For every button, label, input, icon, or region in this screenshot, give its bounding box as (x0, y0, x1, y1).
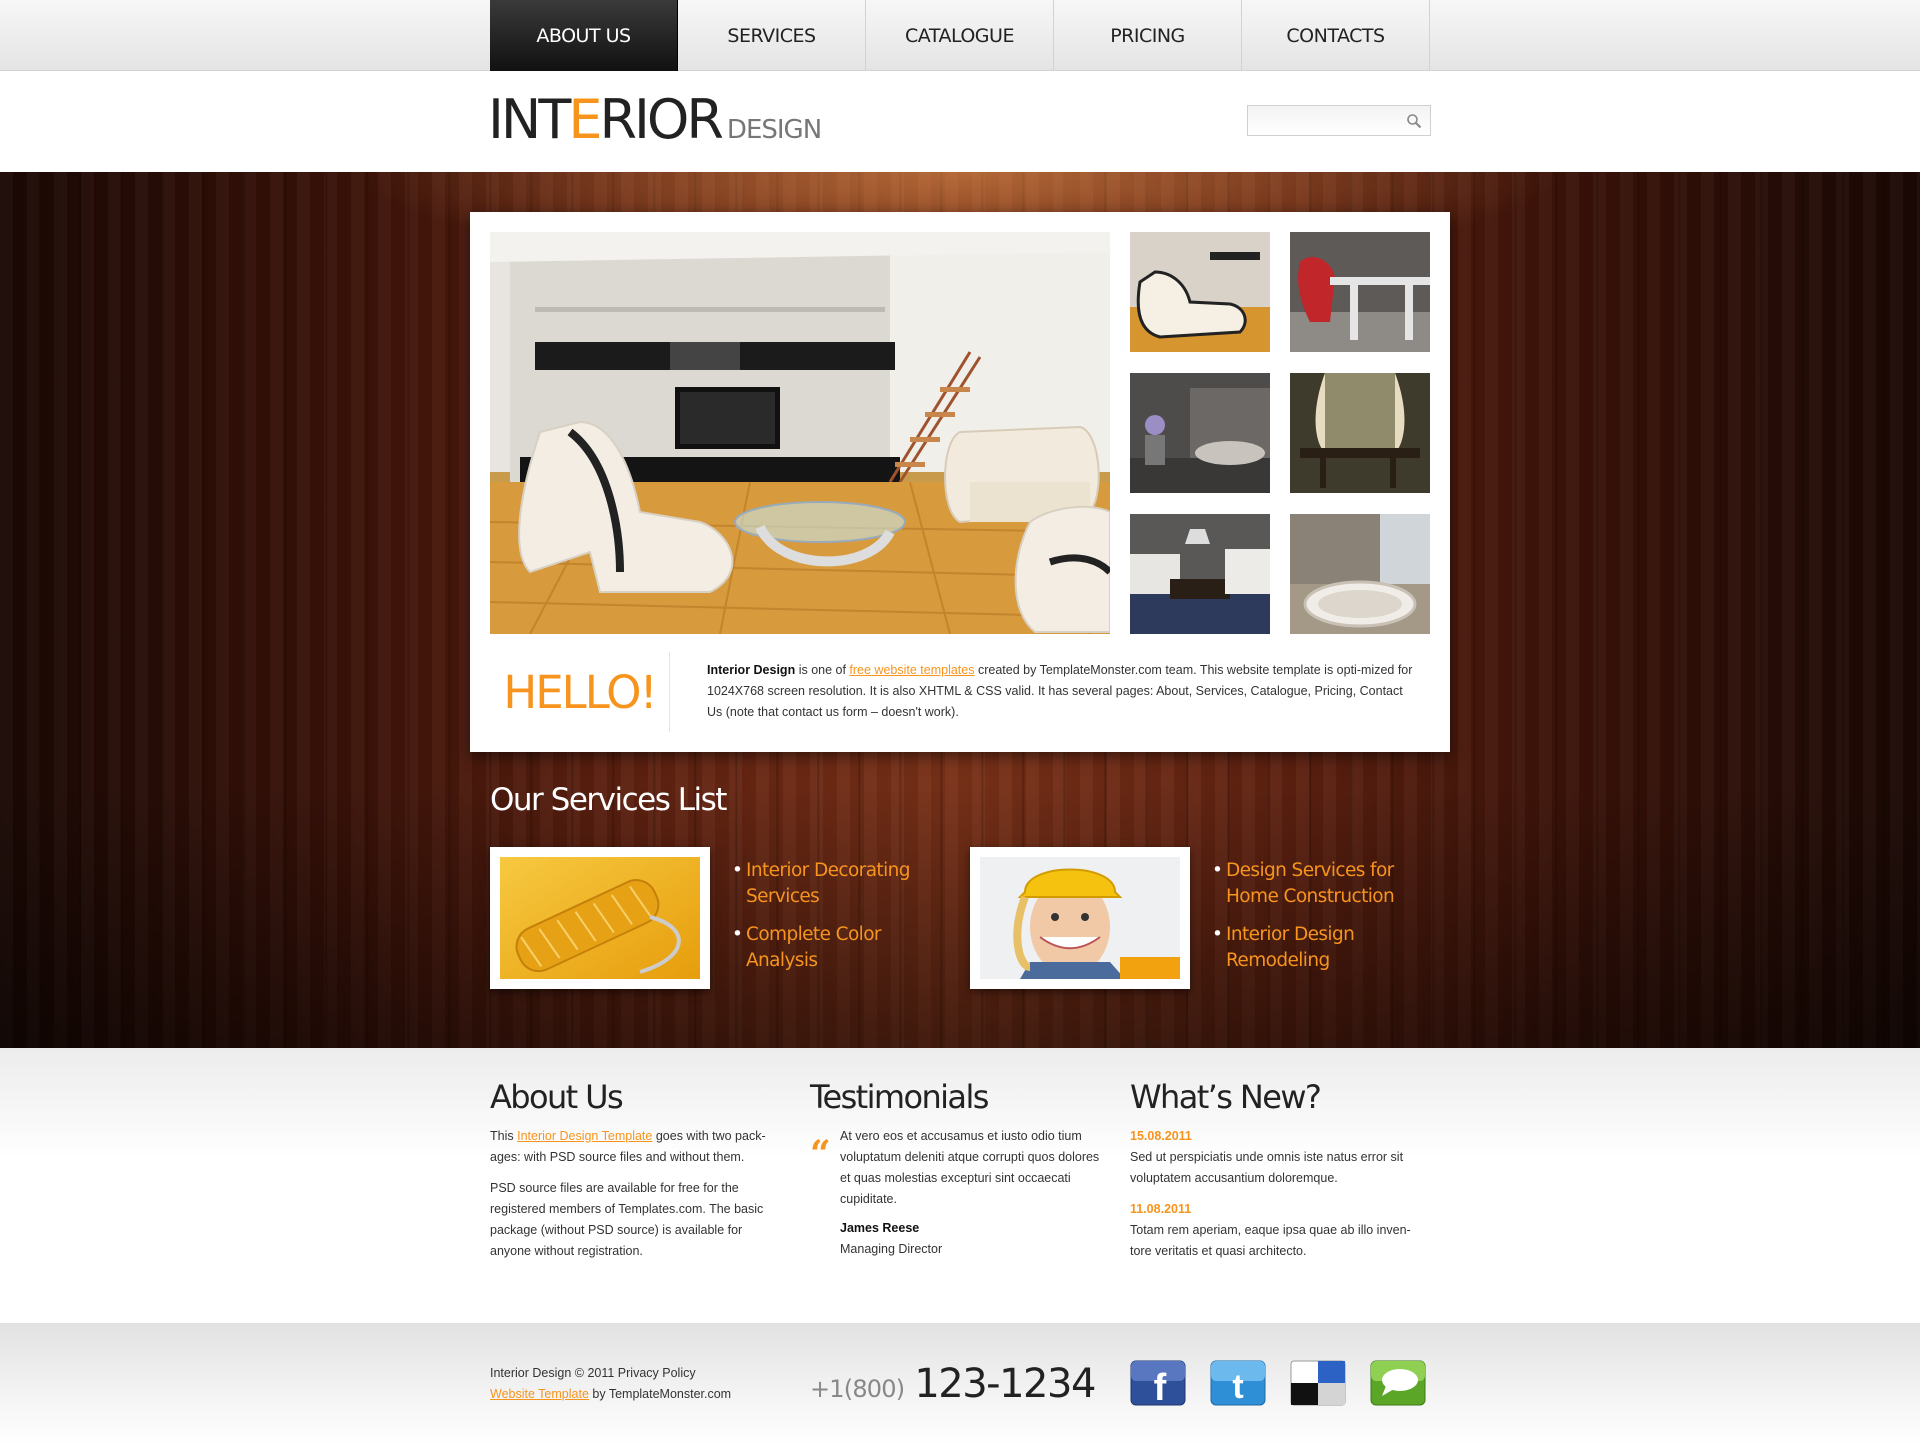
showcase-panel: HELLO! Interior Design is one of free we… (470, 212, 1450, 752)
website-template-link[interactable]: Website Template (490, 1387, 589, 1401)
template-by-text: by TemplateMonster.com (588, 1387, 732, 1401)
site-logo[interactable]: INTERIOR DESIGN (488, 88, 822, 151)
site-footer: Interior Design © 2011 Privacy Policy We… (0, 1323, 1920, 1446)
nav-item-contacts[interactable]: CONTACTS (1242, 0, 1430, 71)
info-section: About Us This Interior Design Template g… (0, 1048, 1920, 1323)
gallery-thumb-1[interactable] (1130, 232, 1270, 352)
nav-item-services[interactable]: SERVICES (678, 0, 866, 71)
nav-item-catalogue[interactable]: CATALOGUE (866, 0, 1054, 71)
news-title: What’s New? (1130, 1078, 1322, 1116)
svg-text:f: f (1154, 1367, 1167, 1406)
news-column: What’s New? 15.08.2011 Sed ut perspiciat… (1130, 1078, 1420, 1272)
services-title: Our Services List (490, 782, 727, 818)
top-navigation-bar: ABOUT US SERVICES CATALOGUE PRICING CONT… (0, 0, 1920, 71)
service-interior-decorating[interactable]: Interior Decorating Services (732, 858, 932, 910)
news-text: Sed ut perspiciatis unde omnis iste natu… (1130, 1150, 1404, 1185)
nav-item-pricing[interactable]: PRICING (1054, 0, 1242, 71)
copyright-text: Interior Design © 2011 Privacy Policy (490, 1366, 696, 1380)
site-header: INTERIOR DESIGN (0, 71, 1920, 172)
gallery-thumb-3[interactable] (1130, 373, 1270, 493)
testimonial-quote: At vero eos et accusamus et iusto odio t… (840, 1129, 1100, 1206)
service-color-analysis[interactable]: Complete Color Analysis (732, 922, 932, 974)
hero-image (490, 232, 1110, 634)
gallery-thumb-4[interactable] (1290, 373, 1430, 493)
interior-design-template-link[interactable]: Interior Design Template (517, 1129, 652, 1143)
service-home-construction[interactable]: Design Services for Home Construction (1212, 858, 1442, 910)
about-paragraph-1: This Interior Design Template goes with … (490, 1129, 766, 1164)
intro-pre: is one of (795, 663, 850, 677)
search-box (1247, 105, 1431, 136)
testimonial-role: Managing Director (840, 1242, 943, 1256)
delicious-icon[interactable] (1290, 1360, 1346, 1406)
facebook-icon[interactable]: f (1130, 1360, 1186, 1406)
svg-text:t: t (1232, 1368, 1243, 1406)
news-text: Totam rem aperiam, eaque ipsa quae ab il… (1130, 1223, 1411, 1258)
gallery-thumb-5[interactable] (1130, 514, 1270, 634)
service-image-paint-roller (490, 847, 710, 989)
intro-text: Interior Design is one of free website t… (707, 660, 1419, 723)
phone-number: +1(800) 123-1234 (810, 1361, 1096, 1407)
gallery-thumb-2[interactable] (1290, 232, 1430, 352)
search-input[interactable] (1248, 106, 1398, 135)
quote-icon: “ (810, 1133, 831, 1175)
service-list-1: Interior Decorating Services Complete Co… (732, 858, 932, 986)
about-title: About Us (490, 1078, 624, 1116)
gallery-thumb-6[interactable] (1290, 514, 1430, 634)
hello-heading: HELLO! (490, 652, 670, 732)
main-menu: ABOUT US SERVICES CATALOGUE PRICING CONT… (490, 0, 1430, 71)
testimonials-column: Testimonials “ At vero eos et accusamus … (810, 1078, 1100, 1260)
news-date[interactable]: 15.08.2011 (1130, 1126, 1420, 1147)
about-paragraph-2: PSD source files are available for free … (490, 1181, 764, 1258)
service-remodeling[interactable]: Interior Design Remodeling (1212, 922, 1442, 974)
service-list-2: Design Services for Home Construction In… (1212, 858, 1442, 986)
about-column: About Us This Interior Design Template g… (490, 1078, 780, 1272)
twitter-icon[interactable]: t (1210, 1360, 1266, 1406)
logo-subtitle: DESIGN (726, 115, 822, 145)
news-date[interactable]: 11.08.2011 (1130, 1199, 1420, 1220)
phone-prefix: +1(800) (810, 1375, 905, 1403)
search-icon[interactable] (1406, 113, 1422, 129)
free-templates-link[interactable]: free website templates (849, 663, 974, 677)
testimonial-author: James Reese (840, 1221, 920, 1235)
phone-digits: 123-1234 (914, 1361, 1096, 1407)
service-image-worker (970, 847, 1190, 989)
logo-wordmark: INTERIOR (488, 88, 724, 151)
chat-icon[interactable] (1370, 1360, 1426, 1406)
footer-copyright: Interior Design © 2011 Privacy Policy We… (490, 1363, 731, 1405)
intro-brand: Interior Design (707, 663, 796, 677)
nav-item-about-us[interactable]: ABOUT US (490, 0, 678, 71)
testimonials-title: Testimonials (810, 1078, 989, 1116)
